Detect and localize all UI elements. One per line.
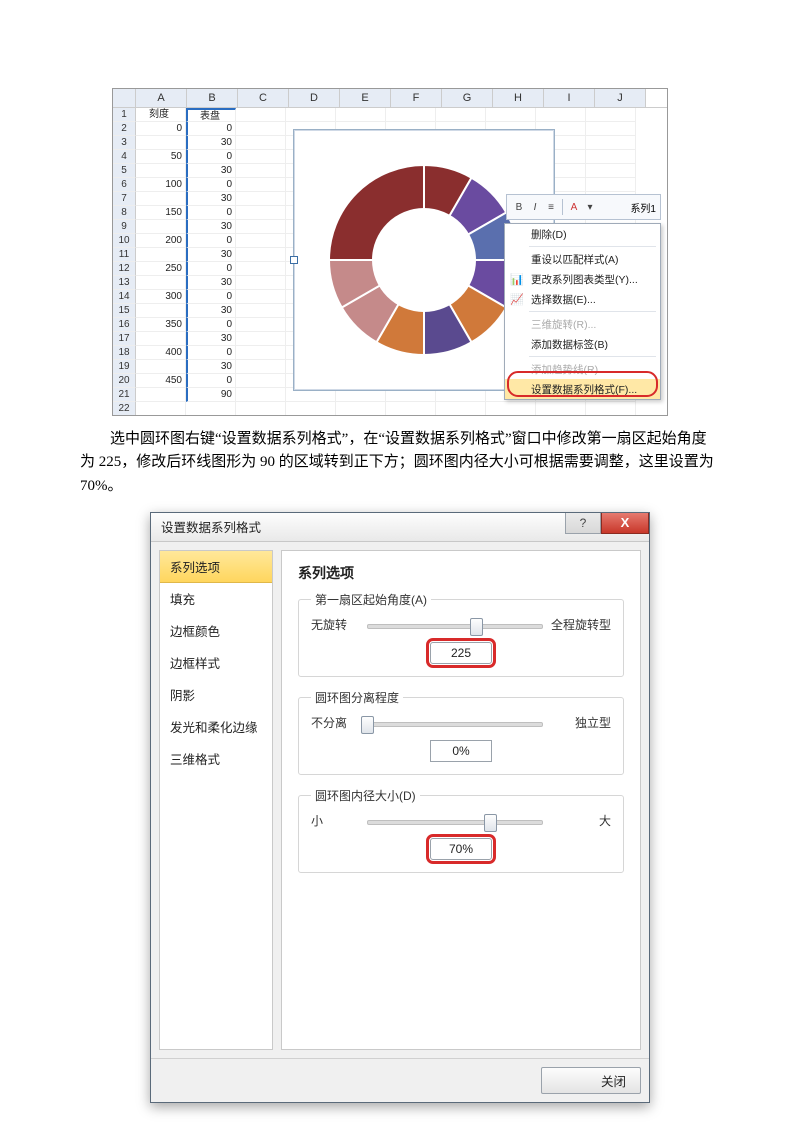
hole-size-value-input[interactable]: 70%	[430, 838, 492, 860]
col-H[interactable]: H	[493, 89, 544, 107]
italic-icon[interactable]: I	[528, 200, 542, 214]
group2-legend: 圆环图分离程度	[311, 689, 403, 706]
menu-item[interactable]: 📈选择数据(E)...	[505, 289, 660, 309]
col-B[interactable]: B	[187, 89, 238, 107]
select-all-corner[interactable]	[113, 89, 136, 107]
nav-3d[interactable]: 三维格式	[160, 743, 272, 775]
group-hole-size: 圆环图内径大小(D) 小 大 70%	[298, 787, 624, 873]
font-color-icon[interactable]: A	[567, 200, 581, 214]
menu-item[interactable]: 📊更改系列图表类型(Y)...	[505, 269, 660, 289]
group2-right-label: 独立型	[551, 714, 611, 731]
col-C[interactable]: C	[238, 89, 289, 107]
help-button[interactable]: ?	[565, 513, 601, 534]
group3-right-label: 大	[551, 812, 611, 829]
dialog-main-panel: 系列选项 第一扇区起始角度(A) 无旋转 全程旋转型 225	[281, 550, 641, 1050]
dialog-titlebar[interactable]: 设置数据系列格式 ? X	[151, 513, 649, 542]
nav-series-options[interactable]: 系列选项	[160, 551, 272, 583]
nav-border-color[interactable]: 边框颜色	[160, 615, 272, 647]
menu-item: 添加趋势线(R)...	[505, 359, 660, 379]
doughnut-chart[interactable]	[314, 150, 534, 370]
group1-legend: 第一扇区起始角度(A)	[311, 591, 431, 608]
col-E[interactable]: E	[340, 89, 391, 107]
col-J[interactable]: J	[595, 89, 646, 107]
menu-item: 三维旋转(R)...	[505, 314, 660, 334]
col-I[interactable]: I	[544, 89, 595, 107]
nav-shadow[interactable]: 阴影	[160, 679, 272, 711]
group3-legend: 圆环图内径大小(D)	[311, 787, 420, 804]
chevron-down-icon[interactable]: ▾	[583, 200, 597, 214]
close-icon[interactable]: X	[601, 513, 649, 534]
mini-toolbar: B I ≡ A ▾ 系列1	[506, 194, 661, 220]
format-series-dialog: 设置数据系列格式 ? X 系列选项 填充 边框颜色 边框样式 阴影 发光和柔化边…	[150, 512, 650, 1103]
panel-heading: 系列选项	[298, 563, 624, 583]
col-D[interactable]: D	[289, 89, 340, 107]
group2-left-label: 不分离	[311, 714, 359, 731]
donut-hole	[372, 208, 476, 312]
menu-item[interactable]: 删除(D)	[505, 224, 660, 244]
excel-window: A B C D E F G H I J 1刻度表盘200330450053061…	[112, 88, 668, 416]
dialog-footer: 关闭	[151, 1058, 649, 1102]
close-button[interactable]: 关闭	[541, 1067, 641, 1094]
explosion-value-input[interactable]: 0%	[430, 740, 492, 762]
explosion-slider[interactable]	[367, 714, 543, 732]
body-paragraph: 选中圆环图右键“设置数据系列格式”，在“设置数据系列格式”窗口中修改第一扇区起始…	[80, 428, 720, 498]
hole-size-slider[interactable]	[367, 812, 543, 830]
group1-right-label: 全程旋转型	[551, 616, 611, 633]
group3-left-label: 小	[311, 812, 359, 829]
nav-fill[interactable]: 填充	[160, 583, 272, 615]
col-A[interactable]: A	[136, 89, 187, 107]
group1-left-label: 无旋转	[311, 616, 359, 633]
dialog-title: 设置数据系列格式	[161, 517, 261, 536]
bold-icon[interactable]: B	[512, 200, 526, 214]
nav-border-style[interactable]: 边框样式	[160, 647, 272, 679]
context-menu: 删除(D) 重设以匹配样式(A)📊更改系列图表类型(Y)...📈选择数据(E)..…	[504, 223, 661, 400]
dialog-nav: 系列选项 填充 边框颜色 边框样式 阴影 发光和柔化边缘 三维格式	[159, 550, 273, 1050]
menu-item[interactable]: 设置数据系列格式(F)...	[505, 379, 660, 399]
group-first-slice-angle: 第一扇区起始角度(A) 无旋转 全程旋转型 225	[298, 591, 624, 677]
series-label: 系列1	[630, 200, 656, 215]
col-F[interactable]: F	[391, 89, 442, 107]
menu-item[interactable]: 添加数据标签(B)	[505, 334, 660, 354]
column-headers: A B C D E F G H I J	[113, 89, 667, 108]
group-explosion: 圆环图分离程度 不分离 独立型 0%	[298, 689, 624, 775]
align-icon[interactable]: ≡	[544, 200, 558, 214]
angle-slider[interactable]	[367, 616, 543, 634]
nav-glow[interactable]: 发光和柔化边缘	[160, 711, 272, 743]
col-G[interactable]: G	[442, 89, 493, 107]
angle-value-input[interactable]: 225	[430, 642, 492, 664]
menu-item[interactable]: 重设以匹配样式(A)	[505, 249, 660, 269]
